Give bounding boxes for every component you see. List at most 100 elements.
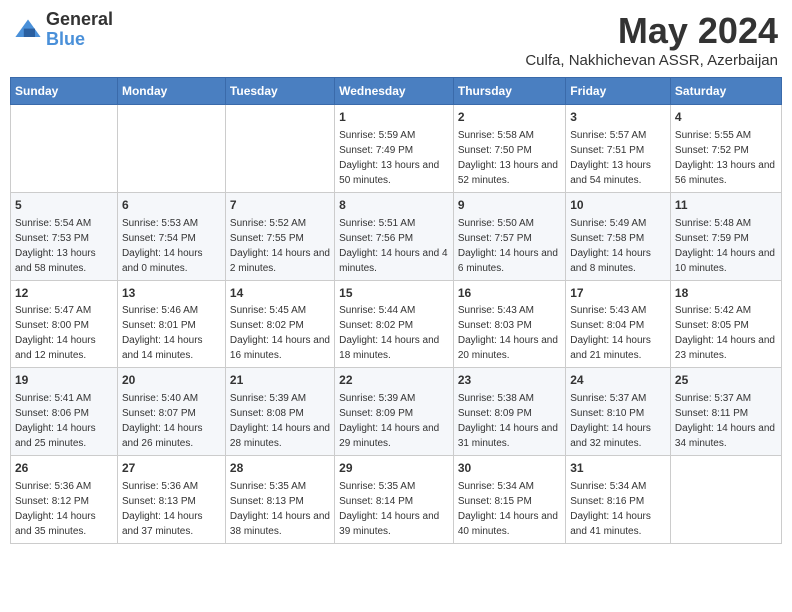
calendar-cell: 3Sunrise: 5:57 AMSunset: 7:51 PMDaylight… [566,105,671,193]
logo: General Blue [14,10,113,50]
day-number: 30 [458,460,561,477]
logo-icon [14,16,42,44]
logo-line1: General [46,10,113,30]
title-block: May 2024 Culfa, Nakhichevan ASSR, Azerba… [525,10,778,69]
calendar-cell: 4 Sunrise: 5:55 AMSunset: 7:52 PMDaylight… [670,105,781,193]
calendar-cell: 17Sunrise: 5:43 AMSunset: 8:04 PMDayligh… [566,280,671,368]
calendar-week-row: 12 Sunrise: 5:47 AMSunset: 8:00 PMDayligh… [11,280,782,368]
calendar-cell: 31 Sunrise: 5:34 AMSunset: 8:16 PMDayligh… [566,456,671,544]
day-detail: Sunrise: 5:51 AMSunset: 7:56 PMDaylight:… [339,218,447,274]
day-detail: Sunrise: 5:34 AMSunset: 8:16 PMDaylight:… [570,481,651,537]
weekday-header-monday: Monday [117,78,225,105]
calendar-cell: 25Sunrise: 5:37 AMSunset: 8:11 PMDayligh… [670,368,781,456]
day-number: 12 [15,285,113,302]
day-detail: Sunrise: 5:36 AMSunset: 8:13 PMDaylight:… [122,481,203,537]
day-number: 8 [339,197,449,214]
day-number: 5 [15,197,113,214]
calendar-cell: 15Sunrise: 5:44 AMSunset: 8:02 PMDayligh… [335,280,454,368]
day-detail: Sunrise: 5:52 AMSunset: 7:55 PMDaylight:… [230,218,330,274]
day-number: 17 [570,285,666,302]
calendar-cell: 13 Sunrise: 5:46 AMSunset: 8:01 PMDayligh… [117,280,225,368]
day-detail: Sunrise: 5:49 AMSunset: 7:58 PMDaylight:… [570,218,651,274]
calendar-week-row: 26Sunrise: 5:36 AMSunset: 8:12 PMDayligh… [11,456,782,544]
day-detail: Sunrise: 5:55 AMSunset: 7:52 PMDaylight:… [675,130,775,186]
day-detail: Sunrise: 5:43 AMSunset: 8:03 PMDaylight:… [458,305,558,361]
calendar-cell: 20 Sunrise: 5:40 AMSunset: 8:07 PMDayligh… [117,368,225,456]
calendar-body: 1 Sunrise: 5:59 AMSunset: 7:49 PMDaylight… [11,105,782,544]
calendar-week-row: 5 Sunrise: 5:54 AMSunset: 7:53 PMDaylight… [11,192,782,280]
day-detail: Sunrise: 5:34 AMSunset: 8:15 PMDaylight:… [458,481,558,537]
month-title: May 2024 [525,10,778,52]
weekday-header-wednesday: Wednesday [335,78,454,105]
day-number: 3 [570,109,666,126]
calendar-cell: 8 Sunrise: 5:51 AMSunset: 7:56 PMDaylight… [335,192,454,280]
day-detail: Sunrise: 5:54 AMSunset: 7:53 PMDaylight:… [15,218,96,274]
day-detail: Sunrise: 5:41 AMSunset: 8:06 PMDaylight:… [15,393,96,449]
day-number: 16 [458,285,561,302]
calendar-cell [11,105,118,193]
day-number: 9 [458,197,561,214]
day-detail: Sunrise: 5:35 AMSunset: 8:13 PMDaylight:… [230,481,330,537]
calendar-cell [670,456,781,544]
day-detail: Sunrise: 5:46 AMSunset: 8:01 PMDaylight:… [122,305,203,361]
day-number: 21 [230,372,330,389]
day-detail: Sunrise: 5:35 AMSunset: 8:14 PMDaylight:… [339,481,439,537]
calendar-cell: 19 Sunrise: 5:41 AMSunset: 8:06 PMDayligh… [11,368,118,456]
day-detail: Sunrise: 5:47 AMSunset: 8:00 PMDaylight:… [15,305,96,361]
logo-line2: Blue [46,30,113,50]
weekday-header-thursday: Thursday [453,78,565,105]
calendar-cell: 26Sunrise: 5:36 AMSunset: 8:12 PMDayligh… [11,456,118,544]
day-number: 24 [570,372,666,389]
calendar-cell: 21 Sunrise: 5:39 AMSunset: 8:08 PMDayligh… [225,368,334,456]
page-header: General Blue May 2024 Culfa, Nakhichevan… [10,10,782,69]
calendar-cell: 11Sunrise: 5:48 AMSunset: 7:59 PMDayligh… [670,192,781,280]
day-number: 2 [458,109,561,126]
day-number: 13 [122,285,221,302]
calendar-cell: 2 Sunrise: 5:58 AMSunset: 7:50 PMDaylight… [453,105,565,193]
day-detail: Sunrise: 5:50 AMSunset: 7:57 PMDaylight:… [458,218,558,274]
calendar-week-row: 19 Sunrise: 5:41 AMSunset: 8:06 PMDayligh… [11,368,782,456]
calendar-cell: 22Sunrise: 5:39 AMSunset: 8:09 PMDayligh… [335,368,454,456]
calendar-cell: 27 Sunrise: 5:36 AMSunset: 8:13 PMDayligh… [117,456,225,544]
day-number: 1 [339,109,449,126]
day-number: 25 [675,372,777,389]
calendar-cell: 5 Sunrise: 5:54 AMSunset: 7:53 PMDaylight… [11,192,118,280]
day-number: 19 [15,372,113,389]
weekday-header-saturday: Saturday [670,78,781,105]
day-number: 6 [122,197,221,214]
calendar-cell [117,105,225,193]
calendar-cell: 30 Sunrise: 5:34 AMSunset: 8:15 PMDayligh… [453,456,565,544]
calendar-cell: 16 Sunrise: 5:43 AMSunset: 8:03 PMDayligh… [453,280,565,368]
calendar-cell: 18Sunrise: 5:42 AMSunset: 8:05 PMDayligh… [670,280,781,368]
day-number: 29 [339,460,449,477]
calendar-cell: 14Sunrise: 5:45 AMSunset: 8:02 PMDayligh… [225,280,334,368]
day-number: 7 [230,197,330,214]
day-number: 14 [230,285,330,302]
calendar-cell: 7 Sunrise: 5:52 AMSunset: 7:55 PMDaylight… [225,192,334,280]
day-detail: Sunrise: 5:58 AMSunset: 7:50 PMDaylight:… [458,130,558,186]
day-detail: Sunrise: 5:40 AMSunset: 8:07 PMDaylight:… [122,393,203,449]
day-number: 22 [339,372,449,389]
day-number: 28 [230,460,330,477]
day-detail: Sunrise: 5:36 AMSunset: 8:12 PMDaylight:… [15,481,96,537]
day-number: 20 [122,372,221,389]
day-number: 15 [339,285,449,302]
calendar-cell: 6Sunrise: 5:53 AMSunset: 7:54 PMDaylight… [117,192,225,280]
day-number: 27 [122,460,221,477]
weekday-header-row: SundayMondayTuesdayWednesdayThursdayFrid… [11,78,782,105]
day-number: 4 [675,109,777,126]
day-number: 23 [458,372,561,389]
calendar-cell: 28 Sunrise: 5:35 AMSunset: 8:13 PMDayligh… [225,456,334,544]
calendar-week-row: 1 Sunrise: 5:59 AMSunset: 7:49 PMDaylight… [11,105,782,193]
day-number: 10 [570,197,666,214]
day-number: 18 [675,285,777,302]
calendar-cell: 23Sunrise: 5:38 AMSunset: 8:09 PMDayligh… [453,368,565,456]
day-detail: Sunrise: 5:39 AMSunset: 8:08 PMDaylight:… [230,393,330,449]
day-detail: Sunrise: 5:59 AMSunset: 7:49 PMDaylight:… [339,130,439,186]
weekday-header-friday: Friday [566,78,671,105]
day-detail: Sunrise: 5:48 AMSunset: 7:59 PMDaylight:… [675,218,775,274]
calendar-table: SundayMondayTuesdayWednesdayThursdayFrid… [10,77,782,544]
weekday-header-tuesday: Tuesday [225,78,334,105]
day-detail: Sunrise: 5:37 AMSunset: 8:10 PMDaylight:… [570,393,651,449]
day-number: 31 [570,460,666,477]
